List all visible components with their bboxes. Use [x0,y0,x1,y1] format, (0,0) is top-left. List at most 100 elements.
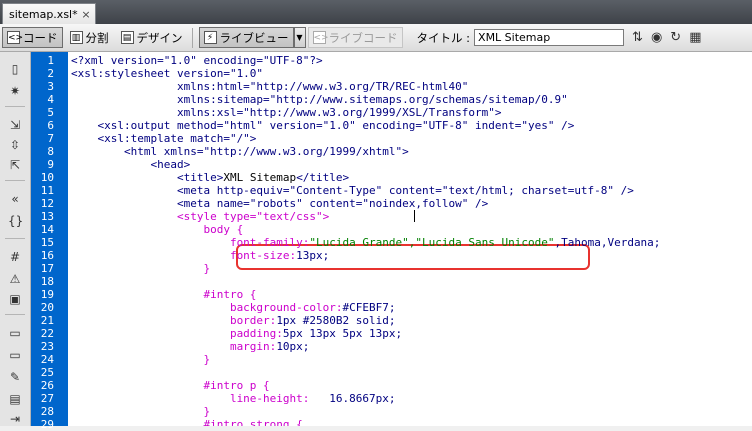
live-view-dropdown-icon[interactable]: ▼ [293,27,306,48]
line-number: 15 [40,236,54,249]
document-tab-bar: sitemap.xsl* × [0,0,752,25]
wrap-tag-icon[interactable]: ✎ [8,370,22,384]
line-number: 22 [40,327,54,340]
line-number: 18 [40,275,54,288]
code-token: #CFEBF7; [342,301,396,314]
code-token: #intro p { [71,379,270,392]
close-tab-icon[interactable]: × [79,8,93,21]
code-line: } [71,405,210,418]
open-documents-icon[interactable]: ▯ [8,62,22,76]
line-number: 24 [40,353,54,366]
live-view-button[interactable]: ⚡ ライブビュー [198,27,294,48]
code-token: } [71,353,211,366]
line-number: 19 [40,288,54,301]
collapse-selection-icon[interactable]: ⇳ [8,138,22,152]
title-input[interactable] [474,29,625,46]
expand-all-icon[interactable]: ⇱ [8,158,22,172]
live-view-icon: ⚡ [203,31,217,44]
code-token: #intro strong { [71,418,303,426]
remove-comment-icon[interactable]: ▭ [8,348,22,362]
recent-snippets-icon[interactable]: ▤ [8,392,22,406]
browser-preview-icon[interactable]: ◉ [651,30,662,45]
code-line: xmlns:html="http://www.w3.org/TR/REC-htm… [71,80,468,93]
code-token: body { [71,223,244,236]
line-number: 9 [47,158,54,171]
code-line: #intro p { [71,379,270,392]
code-line: <xsl:stylesheet version="1.0" [71,67,263,80]
toolbar-separator [191,27,193,48]
code-token: <meta name="robots" content="noindex,fol… [71,197,489,210]
line-number: 1 [47,54,54,67]
document-tab[interactable]: sitemap.xsl* × [2,3,96,24]
code-token: XML Sitemap [223,171,297,184]
code-token: xmlns:html="http://www.w3.org/TR/REC-htm… [71,80,469,93]
select-parent-tag-icon[interactable]: « [8,192,22,206]
line-number: 13 [40,210,54,223]
code-token: xmlns:xsl="http://www.w3.org/1999/XSL/Tr… [71,106,502,119]
code-token: <xsl:stylesheet version="1.0" [71,67,264,80]
highlight-invalid-code-icon[interactable]: ⚠ [8,272,22,286]
balance-braces-icon[interactable]: {} [8,214,23,228]
split-view-icon: ▥ [69,31,83,44]
design-view-label: デザイン [136,30,183,45]
live-code-label: ライブコード [328,30,398,45]
line-number: 4 [47,93,54,106]
code-view-button[interactable]: <> コード [2,27,63,48]
line-numbers-icon[interactable]: # [8,250,22,264]
code-token: <html xmlns="http://www.w3.org/1999/xhtm… [71,145,409,158]
code-token: #intro { [71,288,257,301]
apply-comment-icon[interactable]: ▭ [8,326,22,340]
line-number: 28 [40,405,54,418]
code-token: 5px 13px 5px 13px; [282,327,403,340]
code-line: } [71,262,210,275]
text-caret [414,210,415,222]
code-token: background-color: [71,301,343,314]
document-toolbar: <> コード ▥ 分割 ▤ デザイン ⚡ ライブビュー ▼ <> ライブコード … [0,24,752,52]
code-line: background-color:#CFEBF7; [71,301,396,314]
coding-toolbar-separator [5,180,25,181]
design-view-icon: ▤ [120,31,134,44]
line-number: 27 [40,392,54,405]
code-line: font-size:13px; [71,249,329,262]
title-label: タイトル : [416,30,471,45]
code-token: <xsl:output method="html" version="1.0" … [71,119,575,132]
code-editor[interactable]: <?xml version="1.0" encoding="UTF-8"?> <x… [68,52,752,426]
line-number: 12 [40,197,54,210]
code-line: xmlns:sitemap="http://www.sitemaps.org/s… [71,93,568,106]
code-line: font-family:"Lucida Grande","Lucida Sans… [71,236,661,249]
code-token: </title> [296,171,350,184]
move-css-icon[interactable]: ⇥ [8,412,22,426]
file-management-icon[interactable]: ⇅ [632,30,643,45]
code-token: <title> [71,171,224,184]
design-view-button[interactable]: ▤ デザイン [116,27,188,48]
code-token: <?xml version="1.0" encoding="UTF-8"?> [71,54,323,67]
collapse-full-tag-icon[interactable]: ⇲ [8,118,22,132]
code-view-icon: <> [7,31,24,44]
code-token: <xsl:template match="/"> [71,132,257,145]
code-token: font-family: [71,236,310,249]
live-code-button[interactable]: <> ライブコード [307,27,403,48]
show-code-navigator-icon[interactable]: ✷ [8,84,22,98]
split-view-label: 分割 [85,30,109,45]
code-line: } [71,353,210,366]
code-line: xmlns:xsl="http://www.w3.org/1999/XSL/Tr… [71,106,502,119]
line-number: 26 [40,379,54,392]
code-line: line-height: 16.8667px; [71,392,396,405]
line-number: 29 [40,418,54,431]
code-line: <html xmlns="http://www.w3.org/1999/xhtm… [71,145,409,158]
code-token: 10px; [276,340,310,353]
line-number: 2 [47,67,54,80]
code-line: <meta http-equiv="Content-Type" content=… [71,184,634,197]
code-line: #intro { [71,288,256,301]
line-number: 14 [40,223,54,236]
code-line: #intro strong { [71,418,303,426]
refresh-icon[interactable]: ↻ [670,30,681,45]
code-line: <title>XML Sitemap</title> [71,171,349,184]
code-token: } [71,262,211,275]
split-view-button[interactable]: ▥ 分割 [65,27,114,48]
view-options-icon[interactable]: ▦ [689,30,701,45]
line-number: 21 [40,314,54,327]
code-line: border:1px #2580B2 solid; [71,314,396,327]
syntax-error-alerts-icon[interactable]: ▣ [8,292,22,306]
line-number: 8 [47,145,54,158]
